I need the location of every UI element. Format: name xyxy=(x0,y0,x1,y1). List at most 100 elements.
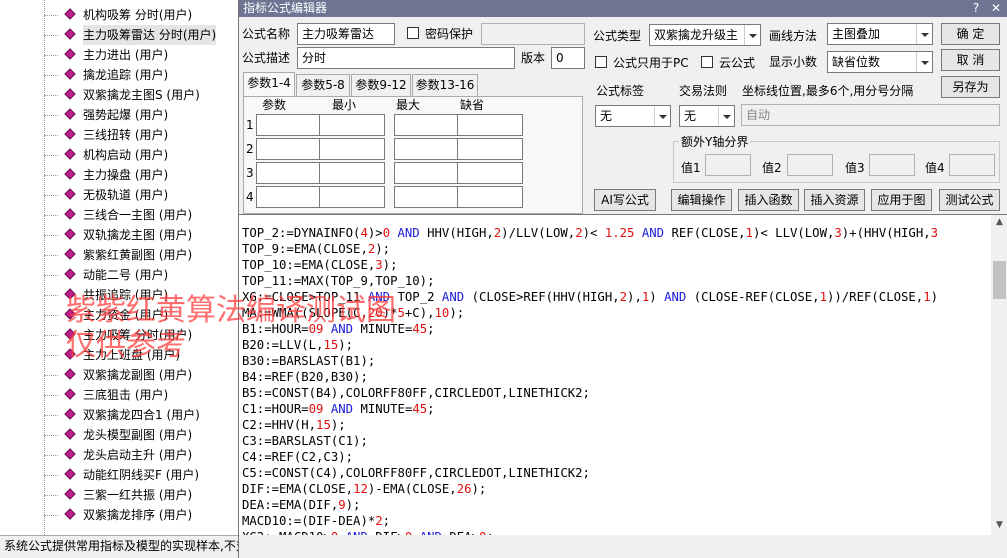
close-icon[interactable]: ✕ xyxy=(989,1,1003,15)
chevron-down-icon[interactable] xyxy=(744,25,760,45)
tree-connector xyxy=(44,235,58,236)
type-combobox[interactable]: 双紫擒龙升级主 xyxy=(649,24,761,46)
tree-item[interactable]: 主力吸筹 分时(用户) xyxy=(44,325,238,345)
password-input[interactable] xyxy=(481,23,585,45)
y3-input[interactable] xyxy=(869,154,915,176)
param-name-input[interactable] xyxy=(256,138,322,160)
tree-item[interactable]: 机构吸筹 分时(用户) xyxy=(44,5,238,25)
tree-item[interactable]: 主力操盘 (用户) xyxy=(44,165,238,185)
code-token: AND xyxy=(323,322,361,336)
ai-write-button[interactable]: AI写公式 xyxy=(594,189,656,211)
cancel-button[interactable]: 取 消 xyxy=(941,49,1000,71)
param-max-input[interactable] xyxy=(394,138,460,160)
tab-params-5-8[interactable]: 参数5-8 xyxy=(296,74,350,96)
password-checkbox[interactable] xyxy=(407,27,419,39)
code-editor[interactable]: TOP_2:=DYNAINFO(4)>0 AND HHV(HIGH,2)/LLV… xyxy=(239,214,991,535)
y1-input[interactable] xyxy=(705,154,751,176)
code-token: TOP_2:=DYNAINFO( xyxy=(242,226,361,240)
horizontal-scrollbar[interactable] xyxy=(239,535,1007,558)
save-as-button[interactable]: 另存为 xyxy=(941,76,1000,98)
chevron-down-icon[interactable] xyxy=(916,52,932,72)
apply-to-chart-button[interactable]: 应用于图 xyxy=(871,189,932,211)
y2-input[interactable] xyxy=(787,154,833,176)
insert-resource-button[interactable]: 插入资源 xyxy=(804,189,865,211)
vertical-scrollbar[interactable]: ▲ ▼ xyxy=(991,214,1007,535)
tree-item[interactable]: 龙头模型副图 (用户) xyxy=(44,425,238,445)
param-max-input[interactable] xyxy=(394,186,460,208)
tree-item[interactable]: 动能二号 (用户) xyxy=(44,265,238,285)
code-token: C4:=REF(C2,C3); xyxy=(242,450,354,464)
param-name-input[interactable] xyxy=(256,186,322,208)
tree-item[interactable]: 双紫擒龙副图 (用户) xyxy=(44,365,238,385)
param-default-input[interactable] xyxy=(457,162,523,184)
formula-tree[interactable]: 机构吸筹 分时(用户) 主力吸筹雷达 分时(用户) 主力进出 (用户) 擒龙追踪 (用… xyxy=(0,0,238,535)
tag-combobox[interactable]: 无 xyxy=(595,105,671,127)
tree-item[interactable]: 主力上班盘 (用户) xyxy=(44,345,238,365)
tab-params-9-12[interactable]: 参数9-12 xyxy=(351,74,411,96)
param-min-input[interactable] xyxy=(319,114,385,136)
scroll-thumb[interactable] xyxy=(993,261,1006,299)
chevron-down-icon[interactable] xyxy=(916,24,932,44)
tree-item[interactable]: 三底狙击 (用户) xyxy=(44,385,238,405)
scroll-up-icon[interactable]: ▲ xyxy=(992,217,1007,231)
formula-icon xyxy=(64,468,76,480)
param-default-input[interactable] xyxy=(457,138,523,160)
param-default-input[interactable] xyxy=(457,186,523,208)
param-min-input[interactable] xyxy=(319,186,385,208)
insert-function-button[interactable]: 插入函数 xyxy=(738,189,799,211)
tree-item[interactable]: 龙头启动主升 (用户) xyxy=(44,445,238,465)
draw-combobox[interactable]: 主图叠加 xyxy=(827,23,933,45)
tree-item[interactable]: 无极轨道 (用户) xyxy=(44,185,238,205)
confirm-button[interactable]: 确 定 xyxy=(941,23,1000,45)
param-default-input[interactable] xyxy=(457,114,523,136)
tree-item[interactable]: 三紫一红共振 (用户) xyxy=(44,485,238,505)
tree-item[interactable]: 双紫擒龙四合1 (用户) xyxy=(44,405,238,425)
y3-label: 值3 xyxy=(845,161,865,175)
param-name-input[interactable] xyxy=(256,162,322,184)
y4-input[interactable] xyxy=(949,154,995,176)
cloud-checkbox[interactable] xyxy=(701,56,713,68)
tree-item[interactable]: 双紫擒龙主图S (用户) xyxy=(44,85,238,105)
tab-params-13-16[interactable]: 参数13-16 xyxy=(412,74,478,96)
param-max-input[interactable] xyxy=(394,162,460,184)
code-token: 1 xyxy=(819,290,827,304)
title-bar: 指标公式编辑器 ? ✕ xyxy=(239,0,1007,17)
chevron-down-icon[interactable] xyxy=(718,106,734,126)
param-min-input[interactable] xyxy=(319,162,385,184)
edit-ops-button[interactable]: 编辑操作 xyxy=(671,189,732,211)
pc-only-checkbox[interactable] xyxy=(595,56,607,68)
tree-item[interactable]: 动能红阴线买F (用户) xyxy=(44,465,238,485)
tree-item[interactable]: 机构启动 (用户) xyxy=(44,145,238,165)
help-icon[interactable]: ? xyxy=(969,1,983,15)
code-token: MACD10:=(DIF-DEA)* xyxy=(242,514,376,528)
chevron-down-icon[interactable] xyxy=(654,106,670,126)
tab-params-1-4[interactable]: 参数1-4 xyxy=(243,72,295,97)
desc-input[interactable]: 分时 xyxy=(297,47,515,69)
tree-item[interactable]: 共振追踪 (用户) xyxy=(44,285,238,305)
test-formula-button[interactable]: 测试公式 xyxy=(939,189,1000,211)
param-name-input[interactable] xyxy=(256,114,322,136)
formula-icon xyxy=(64,268,76,280)
param-max-input[interactable] xyxy=(394,114,460,136)
trade-combobox[interactable]: 无 xyxy=(679,105,735,127)
code-token: 15 xyxy=(323,338,339,352)
tree-item[interactable]: 三线扭转 (用户) xyxy=(44,125,238,145)
tree-item[interactable]: 擒龙追踪 (用户) xyxy=(44,65,238,85)
tree-item[interactable]: 双紫擒龙排序 (用户) xyxy=(44,505,238,525)
formula-icon xyxy=(64,408,76,420)
tree-item[interactable]: 紫紫红黄副图 (用户) xyxy=(44,245,238,265)
coord-input[interactable]: 自动 xyxy=(741,104,1000,126)
tree-item[interactable]: 主力进出 (用户) xyxy=(44,45,238,65)
version-input[interactable]: 0 xyxy=(551,47,585,69)
tree-item[interactable]: 主力吸筹雷达 分时(用户) xyxy=(44,25,238,45)
param-min-input[interactable] xyxy=(319,138,385,160)
name-input[interactable]: 主力吸筹雷达 xyxy=(297,23,395,45)
decimals-combobox[interactable]: 缺省位数 xyxy=(827,51,933,73)
scroll-down-icon[interactable]: ▼ xyxy=(992,520,1007,534)
formula-icon xyxy=(64,348,76,360)
tree-item[interactable]: 主力资金 (用户) xyxy=(44,305,238,325)
tree-item[interactable]: 强势起爆 (用户) xyxy=(44,105,238,125)
tree-connector xyxy=(44,155,58,156)
tree-item[interactable]: 三线合一主图 (用户) xyxy=(44,205,238,225)
tree-item[interactable]: 双轨擒龙主图 (用户) xyxy=(44,225,238,245)
